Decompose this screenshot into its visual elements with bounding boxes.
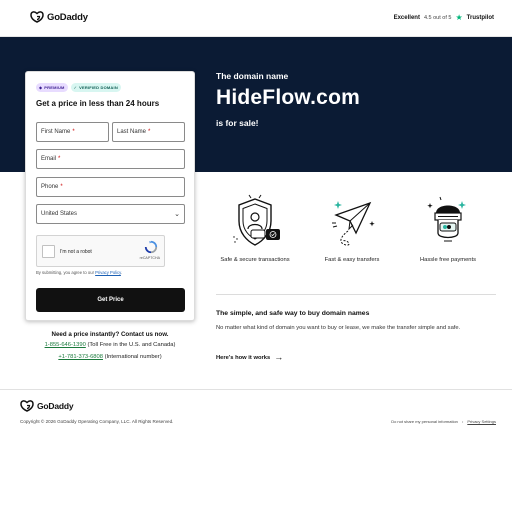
paper-plane-icon (332, 201, 375, 246)
shield-lock-icon (233, 194, 280, 246)
first-name-placeholder: First Name (41, 129, 71, 135)
hero-post-text: is for sale! (216, 118, 259, 128)
how-it-works-label: Here's how it works (216, 354, 271, 361)
footer-godaddy-logo[interactable]: GoDaddy (20, 400, 74, 412)
badge-row: ◆ PREMIUM ✓ VERIFIED DOMAIN (36, 83, 121, 92)
tollfree-phone-link[interactable]: 1-855-646-1390 (45, 342, 86, 348)
feature-transfers: Fast & easy transfers (304, 193, 400, 263)
info-text: No matter what kind of domain you want t… (216, 325, 461, 331)
required-mark: * (60, 184, 63, 190)
recaptcha-widget: I'm not a robot reCAPTCHA (36, 235, 165, 267)
info-title: The simple, and safe way to buy domain n… (216, 310, 370, 317)
footer-links: Do not share my personal information • P… (391, 419, 496, 424)
consent-prefix: By submitting, you agree to our (36, 270, 94, 275)
price-request-form: ◆ PREMIUM ✓ VERIFIED DOMAIN Get a price … (25, 71, 195, 321)
recaptcha-checkbox[interactable] (42, 245, 55, 258)
footer-separator: • (461, 419, 464, 424)
required-mark: * (58, 156, 61, 162)
last-name-placeholder: Last Name (117, 129, 147, 135)
first-name-field[interactable]: First Name * (36, 122, 109, 142)
consent-suffix: . (120, 270, 123, 275)
chevron-down-icon: ⌄ (174, 211, 180, 218)
country-value: United States (41, 211, 78, 217)
footer-divider (0, 389, 512, 390)
site-header: GoDaddy Excellent 4.5 out of 5 ★ Trustpi… (0, 0, 512, 37)
consent-text: By submitting, you agree to our Privacy … (36, 270, 122, 275)
premium-badge: ◆ PREMIUM (36, 83, 68, 92)
trustpilot-brand: Trustpilot (466, 15, 494, 21)
required-mark: * (148, 129, 151, 135)
recaptcha-logo-icon (144, 240, 158, 254)
trustpilot-star-icon: ★ (455, 13, 463, 22)
check-circle-icon: ✓ (73, 85, 78, 90)
godaddy-mark-icon (30, 11, 44, 23)
trustpilot-widget[interactable]: Excellent 4.5 out of 5 ★ Trustpilot (394, 14, 494, 22)
feature-caption: Fast & easy transfers (324, 257, 380, 263)
last-name-field[interactable]: Last Name * (112, 122, 185, 142)
privacy-settings-link[interactable]: Privacy Settings (467, 419, 496, 424)
required-mark: * (72, 129, 75, 135)
godaddy-logo[interactable]: GoDaddy (30, 11, 88, 23)
feature-caption: Hassle free payments (419, 257, 477, 263)
contact-title: Need a price instantly? Contact us now. (51, 331, 169, 338)
hero-domain-name: HideFlow.com (216, 86, 360, 109)
form-title: Get a price in less than 24 hours (36, 99, 160, 108)
feature-caption: Safe & secure transactions (220, 257, 290, 263)
arrow-right-icon: → (274, 352, 284, 362)
how-it-works-link[interactable]: Here's how it works → (216, 353, 283, 362)
logo-text: GoDaddy (47, 11, 88, 23)
tollfree-note: (Toll Free in the U.S. and Canada) (87, 342, 176, 348)
contact-line-tollfree: 1-855-646-1390 (Toll Free in the U.S. an… (0, 342, 220, 348)
recaptcha-label: I'm not a robot (60, 249, 92, 255)
international-phone-link[interactable]: +1-781-373-6808 (58, 354, 103, 360)
email-placeholder: Email (41, 156, 57, 162)
copyright-text: Copyright © 2026 GoDaddy Operating Compa… (20, 419, 174, 424)
trust-rating-word: Excellent (393, 15, 420, 21)
phone-field[interactable]: Phone * (36, 177, 185, 197)
verified-badge: ✓ VERIFIED DOMAIN (70, 83, 121, 92)
godaddy-mark-icon (20, 400, 34, 412)
phone-placeholder: Phone (41, 184, 59, 190)
payment-card-icon (427, 196, 466, 242)
diamond-icon: ◆ (39, 85, 43, 90)
email-field[interactable]: Email * (36, 149, 185, 169)
trust-score: 4.5 out of 5 (423, 15, 452, 21)
premium-badge-label: PREMIUM (44, 85, 65, 90)
privacy-policy-link[interactable]: Privacy Policy (95, 270, 121, 275)
recaptcha-brand: reCAPTCHA (139, 256, 160, 260)
international-note: (International number) (104, 354, 162, 360)
contact-line-international: +1-781-373-6808 (International number) (0, 354, 220, 360)
hero-pre-text: The domain name (216, 71, 289, 81)
feature-secure: Safe & secure transactions (207, 193, 303, 263)
do-not-share-link[interactable]: Do not share my personal information (391, 419, 458, 424)
get-price-button[interactable]: Get Price (36, 288, 185, 312)
feature-payments: Hassle free payments (400, 193, 496, 263)
verified-badge-label: VERIFIED DOMAIN (79, 85, 118, 90)
section-divider (216, 294, 496, 295)
footer-logo-text: GoDaddy (37, 401, 74, 411)
country-select[interactable]: United States ⌄ (36, 204, 185, 224)
